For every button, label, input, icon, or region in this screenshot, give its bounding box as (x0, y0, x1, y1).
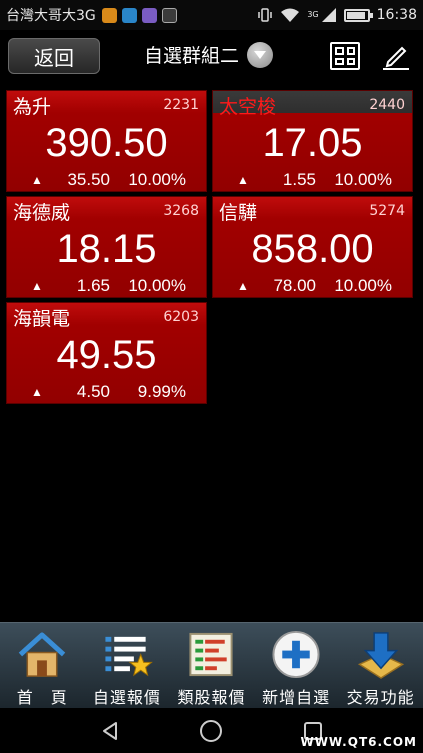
status-indicators: 3G 16:38 (257, 7, 417, 23)
stock-name: 為升 (13, 95, 52, 118)
up-arrow-icon: ▲ (31, 385, 43, 399)
stock-code: 5274 (369, 203, 405, 219)
vibrate-icon (258, 8, 273, 22)
group-title: 自選群組二 (144, 45, 240, 67)
stock-code: 3268 (163, 203, 199, 219)
nav-sector[interactable]: 類股報價 (169, 623, 254, 708)
clock: 16:38 (376, 7, 417, 23)
sector-list-icon (189, 632, 234, 677)
stock-tile[interactable]: 海韻電 6203 49.55 ▲ 4.50 9.99% (6, 302, 207, 404)
stock-price: 390.50 (45, 121, 168, 165)
percent-change: 10.00% (128, 170, 186, 189)
stock-code: 6203 (163, 309, 199, 325)
stock-tile[interactable]: 為升 2231 390.50 ▲ 35.50 10.00% (6, 90, 207, 192)
network-type-label: 3G (307, 10, 319, 19)
stock-name: 太空梭 (219, 95, 277, 118)
nav-watchlist[interactable]: 自選報價 (85, 623, 170, 708)
price-change: 1.55 (282, 170, 316, 189)
percent-change: 9.99% (137, 382, 186, 401)
stock-code: 2440 (369, 97, 405, 113)
stock-name: 信驊 (219, 201, 258, 224)
stock-name: 海韻電 (13, 307, 71, 330)
trade-download-icon (357, 632, 404, 679)
bottom-nav: 首 頁 自選報價 類股報價 新增自選 交易功能 (0, 622, 423, 708)
nav-add-watchlist[interactable]: 新增自選 (254, 623, 339, 708)
nav-label: 自選報價 (92, 688, 161, 707)
stock-tile[interactable]: 太空梭 2440 17.05 ▲ 1.55 10.00% (212, 90, 413, 192)
nav-home[interactable]: 首 頁 (0, 623, 85, 708)
nav-label: 新增自選 (262, 688, 331, 707)
up-arrow-icon: ▲ (237, 279, 249, 293)
stock-price: 18.15 (56, 227, 157, 271)
percent-change: 10.00% (334, 170, 392, 189)
stock-code: 2231 (163, 97, 199, 113)
stock-price: 858.00 (251, 227, 374, 271)
dropdown-icon (247, 41, 274, 68)
stock-price: 49.55 (56, 333, 157, 377)
up-arrow-icon: ▲ (31, 279, 43, 293)
percent-change: 10.00% (334, 276, 392, 295)
add-plus-icon (272, 630, 320, 679)
price-change: 35.50 (67, 170, 110, 189)
group-selector[interactable]: 自選群組二 (144, 41, 274, 68)
status-bar: 台灣大哥大3G 3G 16:38 (0, 0, 423, 30)
up-arrow-icon: ▲ (31, 173, 43, 187)
grid-view-icon[interactable] (330, 42, 360, 70)
wifi-icon (281, 8, 300, 22)
watermark: WWW.QT6.COM (300, 735, 417, 749)
back-button[interactable]: 返回 (8, 38, 100, 74)
battery-level (346, 11, 365, 19)
signal-icon (321, 8, 336, 22)
stock-price: 17.05 (262, 121, 363, 165)
nav-label: 首 頁 (16, 688, 68, 707)
stock-tile[interactable]: 信驊 5274 858.00 ▲ 78.00 10.00% (212, 196, 413, 298)
nav-label: 類股報價 (177, 688, 246, 707)
notification-download-icon (161, 7, 177, 23)
toolbar: 返回 自選群組二 (0, 30, 423, 82)
price-change: 1.65 (76, 276, 110, 295)
carrier-label: 台灣大哥大3G (6, 8, 96, 24)
stock-tile[interactable]: 海德威 3268 18.15 ▲ 1.65 10.00% (6, 196, 207, 298)
price-change: 78.00 (273, 276, 316, 295)
edit-pencil-icon[interactable] (380, 40, 412, 72)
notification-app-icon (101, 7, 117, 23)
stock-name: 海德威 (13, 201, 71, 224)
percent-change: 10.00% (128, 276, 186, 295)
nav-trade[interactable]: 交易功能 (338, 623, 423, 708)
back-triangle-icon[interactable] (99, 720, 121, 742)
notification-message-icon (121, 7, 137, 23)
price-change: 4.50 (76, 382, 110, 401)
battery-icon (343, 8, 373, 22)
watchlist-star-icon (105, 636, 153, 677)
home-circle-icon[interactable] (199, 719, 223, 743)
home-icon (19, 632, 66, 677)
notification-gallery-icon (141, 7, 157, 23)
up-arrow-icon: ▲ (237, 173, 249, 187)
nav-label: 交易功能 (346, 688, 415, 707)
